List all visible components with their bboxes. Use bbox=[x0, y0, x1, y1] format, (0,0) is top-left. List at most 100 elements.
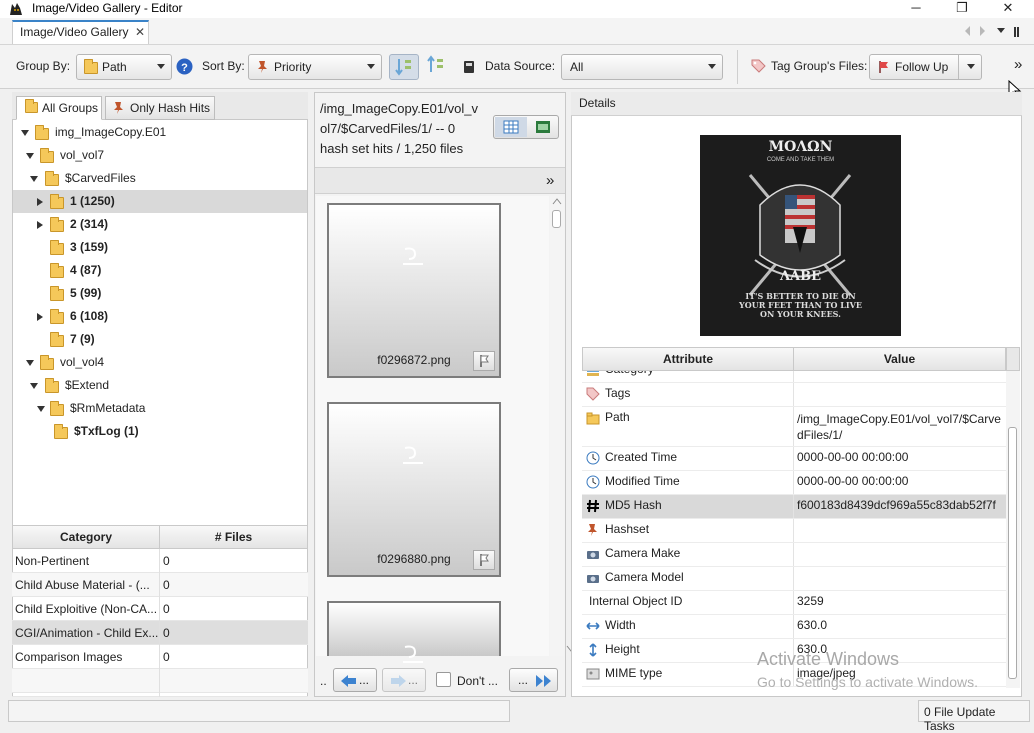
expand-triangle-icon[interactable] bbox=[21, 130, 29, 136]
attributes-scrollbar[interactable] bbox=[1006, 371, 1020, 688]
tag-file-button[interactable] bbox=[473, 550, 495, 570]
collapsed-triangle-icon[interactable] bbox=[37, 313, 43, 321]
tree-item-label: $CarvedFiles bbox=[65, 171, 136, 185]
attribute-name: Modified Time bbox=[605, 474, 680, 488]
attribute-row[interactable]: Modified Time 0000-00-00 00:00:00 bbox=[582, 471, 1006, 495]
expand-triangle-icon[interactable] bbox=[30, 176, 38, 182]
attribute-row[interactable]: MD5 Hash f600183d8439dcf969a55c83dab52f7f bbox=[582, 495, 1006, 519]
update-tasks-indicator[interactable]: 0 File Update Tasks bbox=[918, 700, 1030, 733]
thumbnail-scrollbar[interactable] bbox=[550, 196, 576, 656]
thumbnail-tile[interactable]: f0296880.png bbox=[327, 402, 501, 577]
tab-all-groups[interactable]: All Groups bbox=[16, 96, 102, 120]
tree-item[interactable]: img_ImageCopy.E01 bbox=[13, 121, 307, 144]
sort-by-select[interactable]: Priority bbox=[248, 54, 382, 80]
tree-item[interactable]: 5 (99) bbox=[13, 282, 307, 305]
attribute-row[interactable]: Created Time 0000-00-00 00:00:00 bbox=[582, 447, 1006, 471]
tree-item-label: img_ImageCopy.E01 bbox=[55, 125, 167, 139]
expand-triangle-icon[interactable] bbox=[26, 360, 34, 366]
category-row[interactable]: Child Exploitive (Non-CA... 0 bbox=[12, 597, 308, 621]
tab-image-video-gallery[interactable]: Image/Video Gallery ✕ bbox=[12, 20, 149, 44]
button-label: ... bbox=[518, 673, 529, 687]
tag-group-select[interactable]: Follow Up bbox=[869, 54, 982, 80]
category-row[interactable]: Comparison Images 0 bbox=[12, 645, 308, 669]
details-header: Details bbox=[571, 92, 1022, 116]
tab-close-icon[interactable]: ✕ bbox=[135, 25, 145, 39]
folder-icon bbox=[50, 240, 64, 255]
tree-item[interactable]: 4 (87) bbox=[13, 259, 307, 282]
toolbar-divider bbox=[737, 50, 738, 84]
close-window-button[interactable]: ✕ bbox=[993, 0, 1023, 18]
tree-item[interactable]: 2 (314) bbox=[13, 213, 307, 236]
value-column-header[interactable]: Value bbox=[793, 347, 1006, 371]
tab-list-dropdown-icon[interactable] bbox=[996, 26, 1026, 38]
attribute-name: Internal Object ID bbox=[589, 594, 683, 608]
category-row[interactable]: Child Abuse Material - (... 0 bbox=[12, 573, 308, 597]
category-row[interactable]: CGI/Animation - Child Ex... 0 bbox=[12, 621, 308, 645]
minimize-button[interactable]: ─ bbox=[901, 0, 931, 18]
dont-show-checkbox[interactable] bbox=[436, 672, 451, 687]
collapsed-triangle-icon[interactable] bbox=[37, 198, 43, 206]
attribute-row[interactable]: Camera Make bbox=[582, 543, 1006, 567]
tree-item[interactable]: 7 (9) bbox=[13, 328, 307, 351]
tree-item-label: 4 (87) bbox=[70, 263, 102, 277]
tree-item[interactable]: vol_vol4 bbox=[13, 351, 307, 374]
clock-icon bbox=[586, 475, 600, 489]
tree-item[interactable]: $TxfLog (1) bbox=[13, 420, 307, 443]
files-column-header[interactable]: # Files bbox=[159, 525, 308, 549]
thumbnail-tile[interactable]: f0296872.png bbox=[327, 203, 501, 378]
tag-icon bbox=[586, 387, 600, 401]
attribute-row[interactable]: Category bbox=[582, 371, 1006, 383]
grid-view-button[interactable] bbox=[495, 117, 527, 137]
help-icon[interactable]: ? bbox=[176, 58, 193, 75]
tree-item-label: 6 (108) bbox=[70, 309, 109, 323]
svg-text:?: ? bbox=[181, 62, 188, 74]
scrollbar-thumb[interactable] bbox=[1008, 427, 1017, 679]
group-by-select[interactable]: Path bbox=[76, 54, 172, 80]
data-source-select[interactable]: All bbox=[561, 54, 723, 80]
tree-item[interactable]: $CarvedFiles bbox=[13, 167, 307, 190]
attribute-row[interactable]: Path/img_ImageCopy.E01/vol_vol7/$CarvedF… bbox=[582, 407, 1006, 447]
sort-ascending-button[interactable] bbox=[389, 54, 419, 80]
details-title: Details bbox=[579, 96, 616, 110]
tree-item[interactable]: 6 (108) bbox=[13, 305, 307, 328]
slideshow-view-button[interactable] bbox=[528, 117, 558, 137]
tab-scroll-arrows-icon[interactable] bbox=[964, 25, 986, 37]
expand-triangle-icon[interactable] bbox=[30, 383, 38, 389]
tree-item[interactable]: $RmMetadata bbox=[13, 397, 307, 420]
attribute-row[interactable]: Internal Object ID 3259 bbox=[582, 591, 1006, 615]
sort-descending-button[interactable] bbox=[422, 54, 452, 80]
group-toolbar-overflow-button[interactable]: » bbox=[546, 172, 554, 189]
update-tasks-label: 0 File Update Tasks bbox=[924, 705, 996, 733]
maximize-button[interactable]: ❐ bbox=[947, 0, 977, 18]
scroll-up-icon[interactable] bbox=[550, 196, 564, 208]
collapsed-triangle-icon[interactable] bbox=[37, 221, 43, 229]
flag-icon bbox=[480, 554, 489, 566]
expand-triangle-icon[interactable] bbox=[37, 406, 45, 412]
attribute-row[interactable]: Camera Model bbox=[582, 567, 1006, 591]
attribute-row[interactable]: Width 630.0 bbox=[582, 615, 1006, 639]
tree-item[interactable]: vol_vol7 bbox=[13, 144, 307, 167]
attribute-column-header[interactable]: Attribute bbox=[582, 347, 794, 371]
category-column-header[interactable]: Category bbox=[12, 525, 160, 549]
expand-triangle-icon[interactable] bbox=[26, 153, 34, 159]
tree-item[interactable]: 1 (1250) bbox=[13, 190, 307, 213]
tab-label: Only Hash Hits bbox=[130, 101, 211, 115]
attributes-table: Category Tags Path/img_ImageCopy.E01/vol_v… bbox=[582, 371, 1006, 688]
toolbar-overflow-button[interactable]: » bbox=[1014, 56, 1022, 73]
previous-group-button[interactable]: ... bbox=[333, 668, 377, 692]
tree-item[interactable]: $Extend bbox=[13, 374, 307, 397]
tree-item-label: 5 (99) bbox=[70, 286, 102, 300]
attribute-row[interactable]: Tags bbox=[582, 383, 1006, 407]
tab-only-hash-hits[interactable]: Only Hash Hits bbox=[105, 96, 215, 120]
next-group-button[interactable]: ... bbox=[382, 668, 426, 692]
folder-icon bbox=[84, 59, 98, 74]
scrollbar-thumb[interactable] bbox=[552, 210, 561, 228]
category-row[interactable]: Non-Pertinent 0 bbox=[12, 549, 308, 573]
attribute-value: /img_ImageCopy.E01/vol_vol7/$CarvedFiles… bbox=[797, 412, 1001, 442]
attribute-row[interactable]: Hashset bbox=[582, 519, 1006, 543]
thumbnail-tile[interactable] bbox=[327, 601, 501, 663]
attribute-name: MIME type bbox=[605, 666, 663, 680]
tree-item[interactable]: 3 (159) bbox=[13, 236, 307, 259]
tag-file-button[interactable] bbox=[473, 351, 495, 371]
next-unseen-group-button[interactable]: ... bbox=[509, 668, 558, 692]
